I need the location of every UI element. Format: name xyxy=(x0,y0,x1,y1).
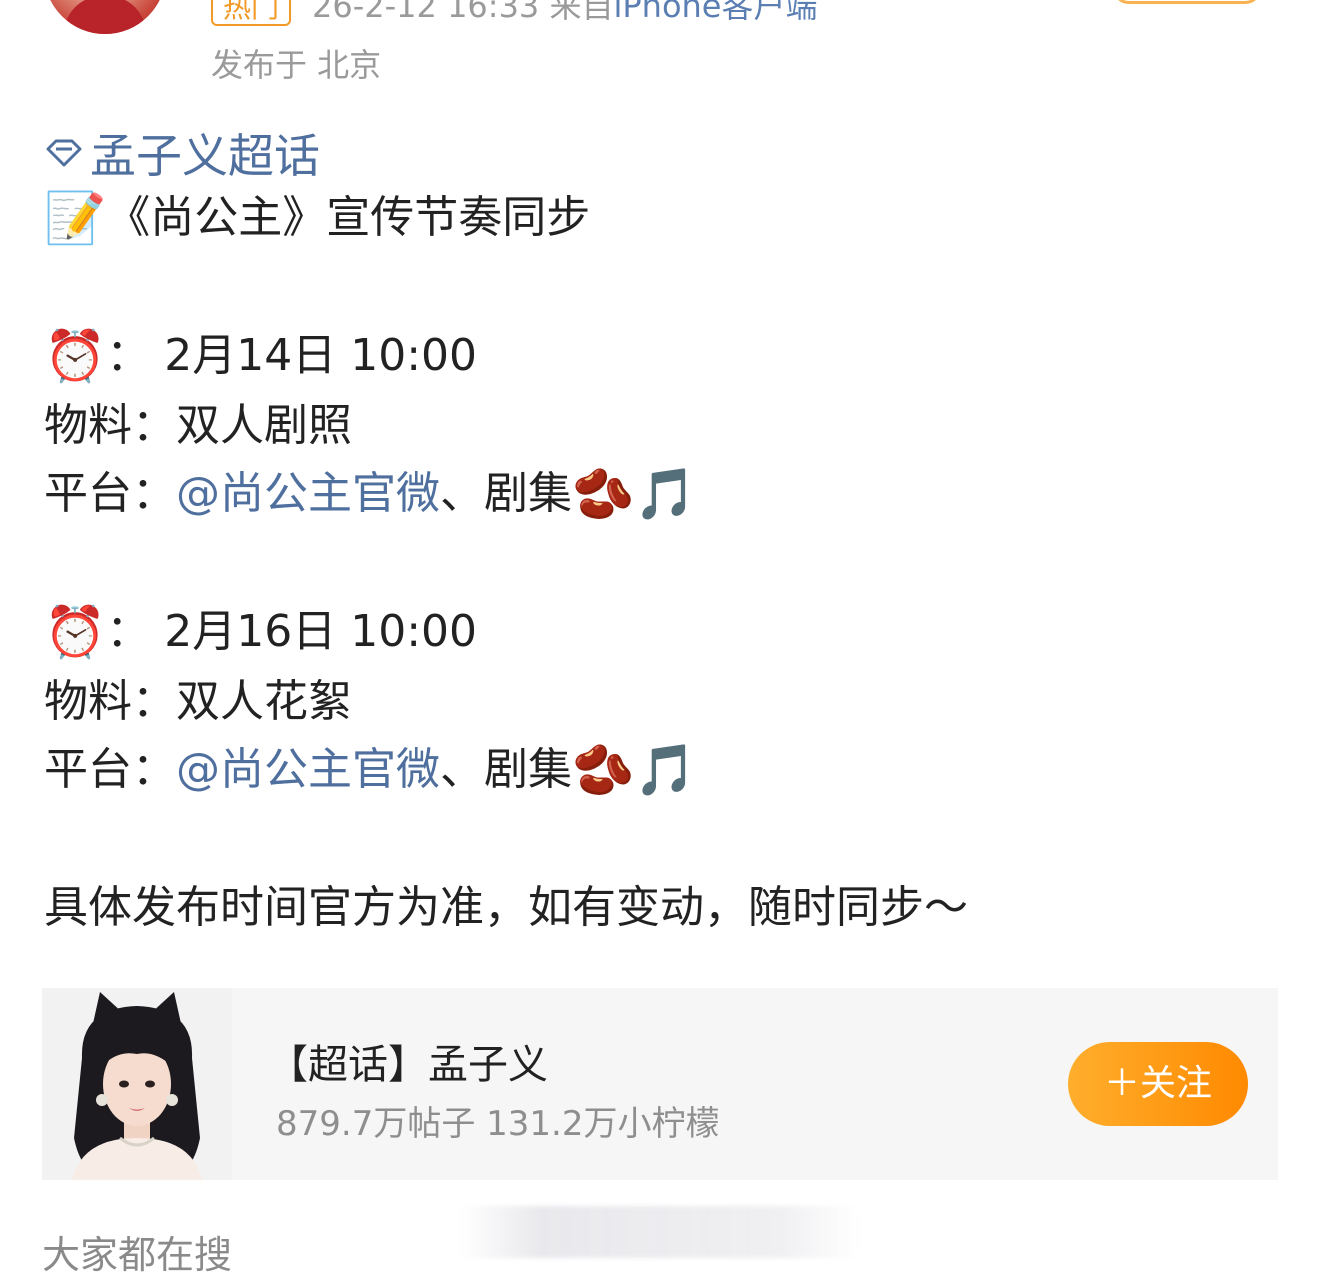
bean-music-icons: 🫘🎵 xyxy=(572,741,697,799)
post-meta: 26-2-12 16:33 来自iPhone客户端 xyxy=(312,0,818,26)
mention-link[interactable]: @尚公主官微 xyxy=(176,464,440,524)
bean-music-icons: 🫘🎵 xyxy=(572,465,697,523)
schedule-time-text: ： 2月14日 10:00 xyxy=(106,330,478,381)
mention-link[interactable]: @尚公主官微 xyxy=(176,740,440,800)
schedule-platform: 平台： @尚公主官微 、剧集 🫘🎵 xyxy=(44,464,697,524)
headline-text: 《尚公主》宣传节奏同步 xyxy=(106,192,591,243)
card-title: 【超话】孟子义 xyxy=(268,1042,548,1088)
platform-label: 平台： xyxy=(44,744,176,795)
trending-search-item[interactable] xyxy=(460,1206,860,1258)
source-prefix: 来自 xyxy=(549,0,614,25)
platform-rest: 、剧集 xyxy=(440,468,572,519)
memo-icon: 📝 xyxy=(44,189,107,247)
diamond-icon xyxy=(46,139,82,167)
super-topic-card[interactable]: 【超话】孟子义 879.7万帖子 131.2万小柠檬 ＋关注 xyxy=(42,988,1278,1180)
post-note: 具体发布时间官方为准，如有变动，随时同步～ xyxy=(44,882,968,933)
material-value: 双人剧照 xyxy=(176,400,352,451)
schedule-material: 物料： 双人花絮 xyxy=(44,672,352,732)
trending-search-label: 大家都在搜 xyxy=(42,1233,233,1277)
source-client-link[interactable]: iPhone客户端 xyxy=(613,0,817,25)
platform-rest: 、剧集 xyxy=(440,744,572,795)
topic-cover-image xyxy=(42,988,232,1180)
hot-badge: 热门 xyxy=(211,0,291,26)
follow-button[interactable]: ＋关注 xyxy=(1068,1042,1248,1126)
material-value: 双人花絮 xyxy=(176,676,352,727)
post-headline: 📝 《尚公主》宣传节奏同步 xyxy=(44,188,590,248)
material-label: 物料： xyxy=(44,676,176,727)
portrait-illustration xyxy=(42,988,232,1180)
follow-button-top[interactable] xyxy=(1112,0,1262,4)
avatar[interactable] xyxy=(44,0,166,34)
super-topic-label: 孟子义超话 xyxy=(90,129,320,183)
schedule-platform: 平台： @尚公主官微 、剧集 🫘🎵 xyxy=(44,740,697,800)
schedule-time: ⏰ ： 2月16日 10:00 xyxy=(44,602,477,662)
alarm-clock-icon: ⏰ xyxy=(44,327,107,385)
platform-label: 平台： xyxy=(44,468,176,519)
post-location: 发布于 北京 xyxy=(211,46,382,84)
schedule-time-text: ： 2月16日 10:00 xyxy=(106,606,478,657)
super-topic-link[interactable]: 孟子义超话 xyxy=(44,120,320,186)
post-timestamp: 26-2-12 16:33 xyxy=(312,0,540,25)
card-stats: 879.7万帖子 131.2万小柠檬 xyxy=(276,1104,720,1144)
schedule-time: ⏰ ： 2月14日 10:00 xyxy=(44,326,477,386)
schedule-material: 物料： 双人剧照 xyxy=(44,396,352,456)
material-label: 物料： xyxy=(44,400,176,451)
alarm-clock-icon: ⏰ xyxy=(44,603,107,661)
avatar-robe xyxy=(64,0,146,34)
